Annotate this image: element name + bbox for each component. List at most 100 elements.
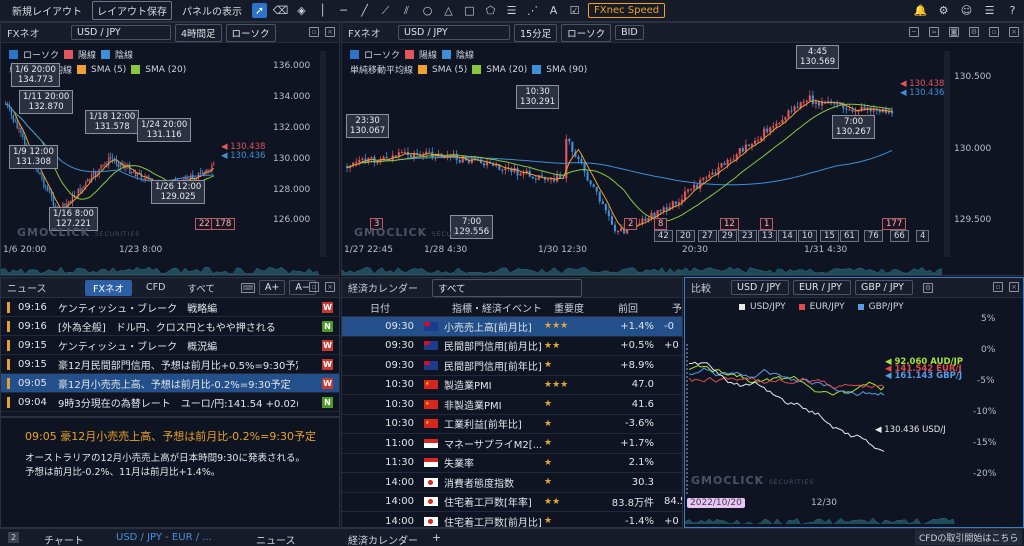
camera-icon[interactable]: ◙ [949, 27, 959, 37]
horizontal-line-icon[interactable]: ─ [336, 3, 351, 18]
calendar-row[interactable]: 09:30 民間部門信用[前年比] ★ +8.9% [342, 356, 682, 376]
col-prev[interactable]: 前回 [618, 300, 638, 315]
chart2-close-icon[interactable]: × [1009, 27, 1019, 37]
calendar-row[interactable]: 14:00 消費者態度指数 ★ 30.3 [342, 473, 682, 493]
news-item[interactable]: 09:04 9時3分現在の為替レート ユーロ/円:141.54 +0.02(+0.… [1, 393, 339, 412]
pentagon-icon[interactable]: ⬠ [483, 3, 498, 18]
cmp-ytick-3: -10% [973, 407, 997, 417]
fxnec-speed-button[interactable]: FXnec Speed [588, 3, 666, 18]
news-item[interactable]: 09:15 豪12月民間部門信用、予想は前月比+0.5%=9:30予定 W [1, 355, 339, 374]
news-close-icon[interactable]: × [325, 282, 335, 292]
chart2-type-select[interactable]: ローソク [561, 23, 612, 42]
news-time: 09:16 [18, 320, 47, 332]
calendar-row[interactable]: 10:30 ★ 非製造業PMI ★ 41.6 [342, 395, 682, 415]
text-icon[interactable]: A [546, 3, 561, 18]
chart1-close-icon[interactable]: × [325, 27, 335, 37]
fan-icon[interactable]: ⋰ [525, 3, 540, 18]
col-importance[interactable]: 重要度 [554, 300, 584, 315]
fibonacci-icon[interactable]: ☰ [504, 3, 519, 18]
col-date[interactable]: 日付 [370, 300, 390, 315]
up-candle-icon [64, 50, 74, 59]
bottom-tab-compare[interactable]: USD / JPY - EUR / ... [116, 532, 212, 543]
panel-display-button[interactable]: パネルの表示 [178, 2, 246, 19]
compare-pair-0[interactable]: USD / JPY [731, 280, 789, 295]
c2-count: 76 [864, 230, 883, 242]
bell-icon[interactable]: 🔔 [913, 3, 928, 18]
chart2-timeframe-select[interactable]: 15分足 [514, 23, 558, 42]
user-icon[interactable]: ☺ [959, 3, 974, 18]
news-item[interactable]: 09:16 ケンティッシュ・ブレーク 戦略編 W [1, 298, 339, 317]
new-layout-button[interactable]: 新規レイアウト [8, 2, 86, 19]
overlay-icon[interactable]: ≈ [929, 27, 939, 37]
candle-body [772, 126, 775, 128]
compare-pair-1[interactable]: EUR / JPY [793, 280, 851, 295]
chart1-timeframe-select[interactable]: 4時間足 [175, 23, 222, 42]
news-tab-cfd[interactable]: CFD [138, 281, 173, 294]
checkbox-icon[interactable]: ☑ [567, 3, 582, 18]
candle-body [199, 172, 202, 174]
calendar-filter-select[interactable]: すべて [432, 278, 582, 297]
rectangle-icon[interactable]: □ [462, 3, 477, 18]
add-tab-icon[interactable]: + [432, 531, 441, 544]
compare-restore-icon[interactable]: ▫ [993, 282, 1003, 292]
triangle-icon[interactable]: △ [441, 3, 456, 18]
cursor-icon[interactable]: ➚ [252, 3, 267, 18]
vertical-line-icon[interactable]: │ [315, 3, 330, 18]
compare-pair-2[interactable]: GBP / JPY [855, 280, 913, 295]
chart1-scrollbar[interactable] [320, 51, 326, 257]
circle-icon[interactable]: ○ [420, 3, 435, 18]
chart1-overview[interactable] [1, 257, 319, 275]
eraser-icon[interactable]: ⌫ [273, 3, 289, 18]
trend-line-icon[interactable]: ╱ [357, 3, 372, 18]
paint-icon[interactable]: ◈ [294, 3, 309, 18]
news-badge: N [322, 320, 333, 332]
calendar-row[interactable]: 09:30 民間部門信用[前月比] ★★ +0.5% +0 [342, 337, 682, 356]
news-item[interactable]: 09:05 豪12月小売売上高、予想は前月比-0.2%=9:30予定 W [1, 374, 339, 393]
news-item[interactable]: 09:15 ケンティッシュ・ブレーク 概況編 W [1, 336, 339, 355]
compare-overview[interactable] [685, 508, 955, 524]
compare-plot[interactable] [685, 314, 955, 494]
bottom-tab-calendar[interactable]: 経済カレンダー [348, 532, 418, 546]
indicator-icon[interactable]: ~ [909, 27, 919, 37]
help-icon[interactable]: ? [1005, 3, 1020, 18]
chart1-pair-select[interactable]: USD / JPY [71, 25, 171, 40]
col-event[interactable]: 指標・経済イベント [452, 300, 542, 315]
candle-body [48, 190, 51, 193]
save-layout-button[interactable]: レイアウト保存 [92, 1, 172, 20]
news-restore-icon[interactable]: ▫ [309, 282, 319, 292]
calendar-row[interactable]: 14:00 住宅着工戸数[年率] ★★ 83.8万件 84.5 [342, 493, 682, 512]
chart-settings-icon[interactable]: ⚙ [969, 27, 979, 37]
chart2-side-select[interactable]: BID [615, 25, 644, 40]
event-name: 消費者態度指数 [444, 478, 514, 490]
chart2-overview[interactable] [342, 257, 942, 275]
calendar-row[interactable]: 11:30 失業率 ★ 2.1% [342, 454, 682, 473]
calendar-row[interactable]: 11:00 マネーサプライM2[... ★ +1.7% [342, 434, 682, 454]
col-forecast[interactable]: 予 [672, 300, 682, 315]
gear-icon[interactable]: ⚙ [936, 3, 951, 18]
bottom-tab-news[interactable]: ニュース [256, 532, 296, 546]
calendar-row[interactable]: 10:30 ★ 製造業PMI ★★★ 47.0 [342, 376, 682, 395]
font-increase-button[interactable]: A+ [258, 280, 286, 295]
candle-body [534, 178, 537, 180]
chart2-pair-select[interactable]: USD / JPY [398, 25, 510, 40]
compare-settings-icon[interactable]: ⚙ [923, 282, 933, 293]
compare-close-icon[interactable]: × [1009, 282, 1019, 292]
keyboard-icon[interactable]: ⌨ [240, 282, 255, 293]
news-tab-all[interactable]: すべて [179, 280, 222, 296]
calendar-row[interactable]: 10:30 ★ 工業利益[前年比] ★ -3.6% [342, 415, 682, 434]
c2-annot-3: 7:00 130.267 [832, 115, 876, 139]
calendar-row[interactable]: 14:00 住宅着工戸数[前月比] ★ -1.4% +0 [342, 512, 682, 527]
calendar-row[interactable]: 09:30 小売売上高[前月比] ★★★ +1.4% -0 [342, 317, 682, 337]
chart1-restore-icon[interactable]: ▫ [309, 27, 319, 37]
news-item[interactable]: 09:16 [外為全般] ドル円、クロス円ともやや押される N [1, 317, 339, 336]
chart1-type-select[interactable]: ローソク [225, 23, 276, 42]
cfd-banner[interactable]: CFDの取引開始はこちら [915, 530, 1023, 545]
menu-icon[interactable]: ☰ [982, 3, 997, 18]
chart2-plot[interactable] [342, 69, 942, 249]
news-tab-fxneo[interactable]: FXネオ [85, 279, 132, 296]
ray-line-icon[interactable]: ⟋ [378, 3, 393, 18]
chart2-scrollbar[interactable] [944, 51, 950, 257]
parallel-line-icon[interactable]: ⫽ [399, 3, 414, 18]
chart2-restore-icon[interactable]: ▫ [989, 27, 999, 37]
bottom-tab-chart[interactable]: チャート [44, 532, 84, 546]
